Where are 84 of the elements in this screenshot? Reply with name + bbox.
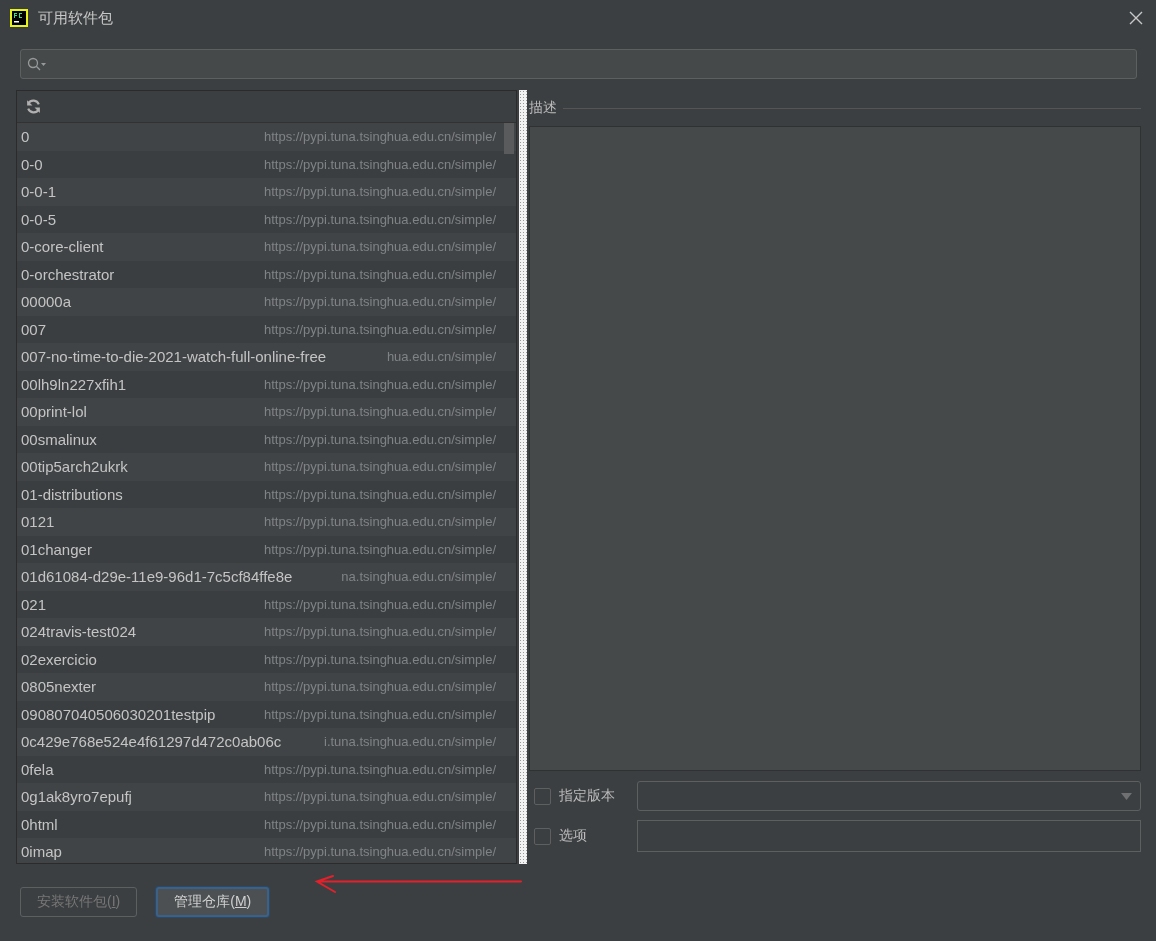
package-row[interactable]: 0c429e768e524e4f61297d472c0ab06c i.tuna.tsinghua.edu.cn/simple/ bbox=[17, 728, 516, 756]
checkbox[interactable] bbox=[534, 827, 551, 845]
package-name: 0g1ak8yro7epufj bbox=[21, 788, 132, 806]
repository-url: https://pypi.tuna.tsinghua.edu.cn/simple/ bbox=[263, 294, 496, 310]
repository-url: https://pypi.tuna.tsinghua.edu.cn/simple/ bbox=[263, 459, 496, 475]
repository-url: https://pypi.tuna.tsinghua.edu.cn/simple/ bbox=[263, 706, 496, 722]
package-name: 00print-lol bbox=[21, 403, 87, 421]
search-field[interactable] bbox=[20, 49, 1137, 79]
package-name: 0-orchestrator bbox=[21, 265, 115, 283]
package-name: 0html bbox=[21, 815, 58, 833]
package-row[interactable]: 007-no-time-to-die-2021-watch-full-online-free hua.edu.cn/simple/ bbox=[17, 343, 516, 371]
package-name: 00000a bbox=[21, 293, 72, 311]
dropdown-arrow-icon bbox=[1121, 792, 1132, 800]
repository-url: https://pypi.tuna.tsinghua.edu.cn/simple/ bbox=[263, 816, 496, 832]
repository-url: hua.edu.cn/simple/ bbox=[385, 349, 496, 365]
option-label: 选项 bbox=[559, 827, 588, 845]
window-title: 可用软件包 bbox=[38, 8, 113, 28]
repository-url: i.tuna.tsinghua.edu.cn/simple/ bbox=[323, 734, 496, 750]
app-logo-icon bbox=[10, 9, 28, 27]
package-name: 00tip5arch2ukrk bbox=[21, 458, 128, 476]
repository-url: https://pypi.tuna.tsinghua.edu.cn/simple/ bbox=[263, 651, 496, 667]
package-row[interactable]: 00tip5arch2ukrk https://pypi.tuna.tsinghua.edu.cn/simple/ bbox=[17, 453, 516, 481]
package-name: 0805nexter bbox=[21, 678, 97, 696]
repository-url: https://pypi.tuna.tsinghua.edu.cn/simple/ bbox=[263, 486, 496, 502]
package-row[interactable]: 00print-lol https://pypi.tuna.tsinghua.edu.cn/simple/ bbox=[17, 398, 516, 426]
repository-url: https://pypi.tuna.tsinghua.edu.cn/simple/ bbox=[263, 321, 496, 337]
repository-url: https://pypi.tuna.tsinghua.edu.cn/simple/ bbox=[263, 376, 496, 392]
package-name: 0-0-1 bbox=[21, 183, 57, 201]
option-label: 指定版本 bbox=[559, 787, 616, 805]
package-name: 0 bbox=[21, 128, 30, 146]
repository-url: https://pypi.tuna.tsinghua.edu.cn/simple/ bbox=[263, 844, 496, 860]
checkbox[interactable] bbox=[534, 787, 551, 805]
repository-url: https://pypi.tuna.tsinghua.edu.cn/simple/ bbox=[263, 541, 496, 557]
scrollbar-thumb[interactable] bbox=[504, 123, 514, 154]
repository-url: https://pypi.tuna.tsinghua.edu.cn/simple/ bbox=[263, 789, 496, 805]
refresh-icon[interactable] bbox=[25, 98, 42, 115]
package-name: 0fela bbox=[21, 760, 54, 778]
package-name: 0-core-client bbox=[21, 238, 104, 256]
package-name: 02exercicio bbox=[21, 650, 97, 668]
repository-url: https://pypi.tuna.tsinghua.edu.cn/simple/ bbox=[263, 624, 496, 640]
search-icon[interactable] bbox=[27, 57, 47, 71]
package-name: 0-0-5 bbox=[21, 210, 57, 228]
package-name: 0c429e768e524e4f61297d472c0ab06c bbox=[21, 733, 282, 751]
splitter-handle[interactable] bbox=[519, 90, 527, 864]
package-row[interactable]: 024travis-test024 https://pypi.tuna.tsinghua.edu.cn/simple/ bbox=[17, 618, 516, 646]
manage-repositories-button[interactable]: 管理仓库(M) bbox=[156, 887, 270, 917]
repository-url: https://pypi.tuna.tsinghua.edu.cn/simple/ bbox=[263, 431, 496, 447]
package-name: 007 bbox=[21, 320, 47, 338]
repository-url: https://pypi.tuna.tsinghua.edu.cn/simple/ bbox=[263, 239, 496, 255]
repository-url: https://pypi.tuna.tsinghua.edu.cn/simple/ bbox=[263, 514, 496, 530]
repository-url: https://pypi.tuna.tsinghua.edu.cn/simple/ bbox=[263, 211, 496, 227]
package-row[interactable]: 01d61084-d29e-11e9-96d1-7c5cf84ffe8e na.tsinghua.edu.cn/simple/ bbox=[17, 563, 516, 591]
description-label: 描述 bbox=[529, 99, 557, 117]
package-row[interactable]: 0 https://pypi.tuna.tsinghua.edu.cn/simple/ bbox=[17, 123, 516, 151]
package-row[interactable]: 0-core-client https://pypi.tuna.tsinghua.edu.cn/simple/ bbox=[17, 233, 516, 261]
repository-url: https://pypi.tuna.tsinghua.edu.cn/simple/ bbox=[263, 596, 496, 612]
package-name: 01d61084-d29e-11e9-96d1-7c5cf84ffe8e bbox=[21, 568, 293, 586]
package-name: 00smalinux bbox=[21, 430, 97, 448]
package-row[interactable]: 00000a https://pypi.tuna.tsinghua.edu.cn/simple/ bbox=[17, 288, 516, 316]
repository-url: https://pypi.tuna.tsinghua.edu.cn/simple/ bbox=[263, 266, 496, 282]
repository-url: https://pypi.tuna.tsinghua.edu.cn/simple/ bbox=[263, 129, 496, 145]
repository-url: na.tsinghua.edu.cn/simple/ bbox=[340, 569, 496, 585]
package-name: 0121 bbox=[21, 513, 55, 531]
package-name: 021 bbox=[21, 595, 47, 613]
package-name: 01changer bbox=[21, 540, 92, 558]
package-name: 090807040506030201testpip bbox=[21, 705, 216, 723]
repository-url: https://pypi.tuna.tsinghua.edu.cn/simple/ bbox=[263, 761, 496, 777]
package-name: 007-no-time-to-die-2021-watch-full-online-free bbox=[21, 348, 327, 366]
package-row[interactable]: 0805nexter https://pypi.tuna.tsinghua.edu.cn/simple/ bbox=[17, 673, 516, 701]
package-name: 01-distributions bbox=[21, 485, 123, 503]
repository-url: https://pypi.tuna.tsinghua.edu.cn/simple/ bbox=[263, 679, 496, 695]
package-row[interactable]: 0g1ak8yro7epufj https://pypi.tuna.tsinghua.edu.cn/simple/ bbox=[17, 783, 516, 811]
package-name: 0-0 bbox=[21, 155, 43, 173]
package-row[interactable]: 0imap https://pypi.tuna.tsinghua.edu.cn/simple/ bbox=[17, 838, 516, 863]
package-name: 024travis-test024 bbox=[21, 623, 137, 641]
repository-url: https://pypi.tuna.tsinghua.edu.cn/simple/ bbox=[263, 184, 496, 200]
package-row[interactable]: 0121 https://pypi.tuna.tsinghua.edu.cn/simple/ bbox=[17, 508, 516, 536]
package-name: 00lh9ln227xfih1 bbox=[21, 375, 127, 393]
repository-url: https://pypi.tuna.tsinghua.edu.cn/simple/ bbox=[263, 156, 496, 172]
package-row[interactable]: 0-0-1 https://pypi.tuna.tsinghua.edu.cn/simple/ bbox=[17, 178, 516, 206]
package-name: 0imap bbox=[21, 843, 62, 861]
repository-url: https://pypi.tuna.tsinghua.edu.cn/simple/ bbox=[263, 404, 496, 420]
options-input-field[interactable] bbox=[637, 820, 1141, 852]
version-dropdown[interactable] bbox=[637, 781, 1141, 811]
